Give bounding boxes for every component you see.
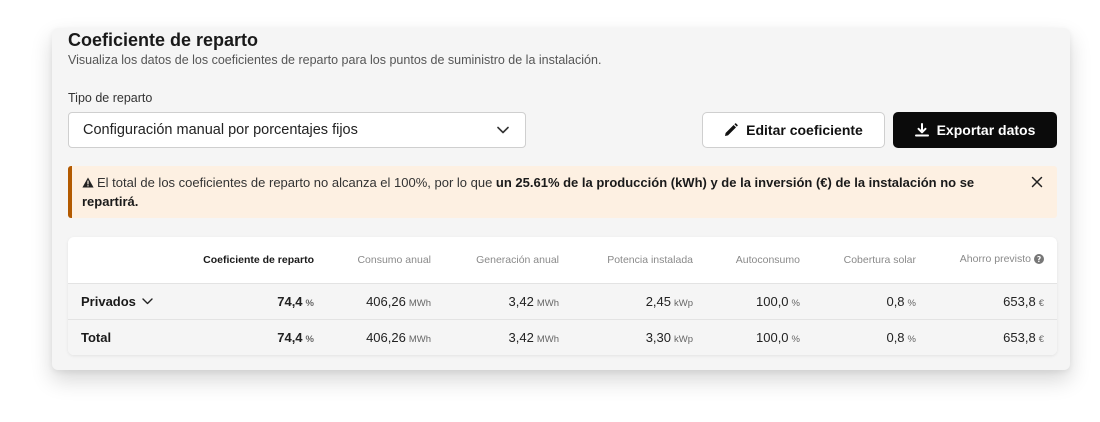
warning-alert: El total de los coeficientes de reparto …	[68, 166, 1057, 218]
info-circle-icon[interactable]: ?	[1034, 253, 1044, 267]
row-name: Privados	[81, 294, 136, 309]
solar-coverage-cell: 0,8%	[813, 282, 929, 319]
column-header-solar-coverage[interactable]: Cobertura solar	[813, 237, 929, 283]
installed-power-cell: 2,45 kWp	[572, 282, 706, 319]
table-row[interactable]: Privados 74,4% 406,26 MWh 3,42 MWh 2,45 kWp…	[68, 282, 1057, 319]
column-header-annual-consumption[interactable]: Consumo anual	[327, 237, 444, 283]
export-data-label: Exportar datos	[936, 122, 1036, 138]
column-header-self-consumption[interactable]: Autoconsumo	[706, 237, 813, 283]
expected-savings-label: Ahorro previsto	[959, 252, 1031, 265]
self-consumption-cell: 100,0%	[706, 318, 813, 355]
annual-generation-cell: 3,42 MWh	[444, 282, 572, 319]
row-name-cell[interactable]: Privados	[68, 282, 176, 319]
expected-savings-cell: 653,8 €	[929, 318, 1057, 355]
row-name: Total	[68, 318, 176, 355]
distribution-coefficient-card: Coeficiente de reparto Visualiza los dat…	[52, 28, 1070, 370]
page-title: Coeficiente de reparto	[68, 30, 259, 50]
page-subtitle: Visualiza los datos de los coeficientes …	[68, 53, 602, 67]
chevron-down-icon	[497, 123, 511, 137]
coefficient-table: Coeficiente de reparto Consumo anual Gen…	[68, 237, 1057, 355]
distribution-type-select[interactable]: Configuración manual por porcentajes fij…	[68, 112, 526, 148]
distribution-type-label: Tipo de reparto	[68, 91, 153, 105]
annual-consumption-cell: 406,26 MWh	[327, 282, 444, 319]
expected-savings-cell: 653,8 €	[929, 282, 1057, 319]
alert-text: El total de los coeficientes de reparto …	[97, 175, 496, 190]
close-icon[interactable]	[1031, 175, 1045, 189]
svg-text:?: ?	[1037, 255, 1041, 264]
self-consumption-cell: 100,0%	[706, 282, 813, 319]
chevron-down-icon[interactable]	[142, 293, 153, 308]
edit-coefficient-button[interactable]: Editar coeficiente	[702, 112, 885, 148]
column-header-installed-power[interactable]: Potencia instalada	[572, 237, 706, 283]
table-header-row: Coeficiente de reparto Consumo anual Gen…	[68, 237, 1057, 283]
table-row-total: Total 74,4% 406,26 MWh 3,42 MWh 3,30 kWp 10…	[68, 318, 1057, 355]
solar-coverage-cell: 0,8%	[813, 318, 929, 355]
annual-consumption-cell: 406,26 MWh	[327, 318, 444, 355]
column-header-annual-generation[interactable]: Generación anual	[444, 237, 572, 283]
warning-triangle-icon	[82, 175, 94, 193]
installed-power-cell: 3,30 kWp	[572, 318, 706, 355]
annual-generation-cell: 3,42 MWh	[444, 318, 572, 355]
coefficient-cell: 74,4%	[176, 282, 327, 319]
column-header-coefficient[interactable]: Coeficiente de reparto	[176, 237, 327, 283]
column-header-expected-savings[interactable]: Ahorro previsto?	[929, 237, 1057, 283]
distribution-type-value: Configuración manual por porcentajes fij…	[83, 122, 358, 138]
download-icon	[914, 123, 929, 137]
pencil-icon	[724, 123, 738, 137]
edit-coefficient-label: Editar coeficiente	[746, 122, 863, 138]
coefficient-cell: 74,4%	[176, 318, 327, 355]
export-data-button[interactable]: Exportar datos	[893, 112, 1057, 148]
column-header-name	[68, 237, 176, 283]
